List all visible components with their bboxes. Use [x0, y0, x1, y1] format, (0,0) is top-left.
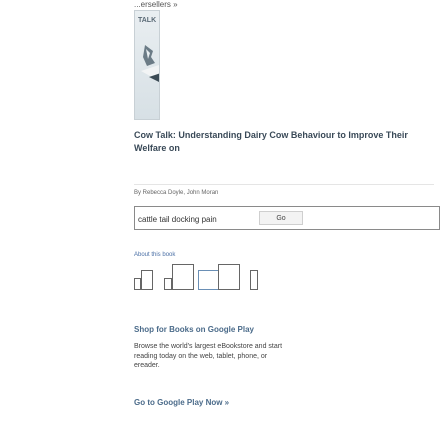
about-this-book-link[interactable]: About this book [134, 252, 175, 258]
book-thumbnails [134, 264, 294, 290]
google-play-link[interactable]: Go to Google Play Now » [134, 398, 229, 407]
search-input[interactable] [138, 213, 256, 225]
shop-title[interactable]: Shop for Books on Google Play [134, 325, 254, 334]
shop-description: Browse the world's largest eBookstore an… [134, 343, 283, 369]
thumb-6[interactable] [218, 264, 240, 290]
go-button[interactable]: Go [259, 211, 303, 225]
book-title: Cow Talk: Understanding Dairy Cow Behavi… [134, 130, 408, 153]
cover-cow-icon [141, 45, 159, 82]
thumb-2[interactable] [141, 270, 153, 290]
thumb-4[interactable] [172, 264, 194, 290]
thumb-3[interactable] [164, 278, 172, 290]
book-authors: By Rebecca Doyle, John Moran [134, 190, 219, 196]
thumb-7[interactable] [250, 270, 258, 290]
thumb-5[interactable] [198, 270, 220, 290]
breadcrumb[interactable]: ...ersellers » [134, 0, 178, 9]
cover-label: TALK [138, 17, 157, 24]
divider [134, 184, 434, 185]
book-cover[interactable]: TALK [134, 10, 160, 120]
search-in-book: Go [134, 206, 440, 230]
thumb-1[interactable] [134, 278, 141, 290]
